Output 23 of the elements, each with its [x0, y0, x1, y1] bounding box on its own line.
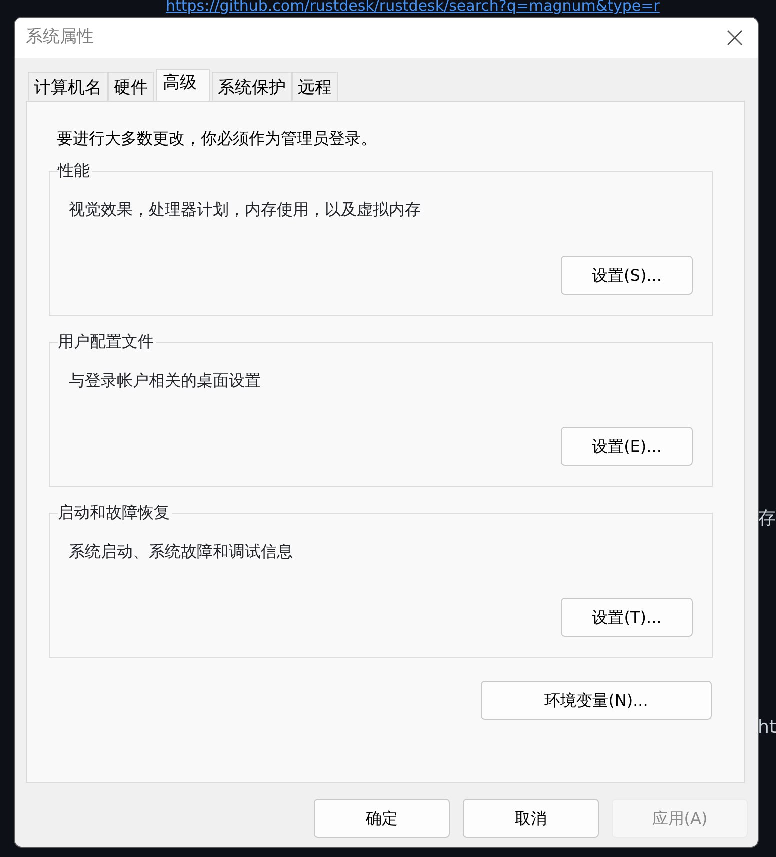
close-icon [727, 30, 743, 46]
tab[interactable]: 远程 [292, 72, 338, 101]
dialog-button[interactable]: 取消 [463, 799, 599, 838]
background-text: 存 [758, 507, 776, 531]
close-button[interactable] [725, 28, 745, 48]
group-title: 性能 [58, 161, 92, 181]
settings-button[interactable]: 设置(E)... [561, 427, 693, 466]
tab[interactable]: 硬件 [108, 72, 154, 101]
notice-text: 要进行大多数更改，你必须作为管理员登录。 [57, 128, 378, 150]
tab[interactable]: 系统保护 [212, 72, 292, 101]
group-description: 与登录帐户相关的桌面设置 [69, 370, 262, 392]
environment-variables-button[interactable]: 环境变量(N)... [481, 681, 712, 720]
group-description: 系统启动、系统故障和调试信息 [69, 541, 294, 563]
group-description: 视觉效果，处理器计划，内存使用，以及虚拟内存 [69, 199, 422, 221]
settings-button[interactable]: 设置(T)... [561, 598, 693, 637]
window-title: 系统属性 [26, 26, 94, 50]
tab[interactable]: 高级 [156, 69, 210, 101]
group-title: 启动和故障恢复 [58, 503, 172, 523]
settings-button[interactable]: 设置(S)... [561, 256, 693, 295]
group-title: 用户配置文件 [58, 332, 156, 352]
background-text: ht [758, 716, 776, 740]
dialog-button[interactable]: 确定 [314, 799, 450, 838]
tab[interactable]: 计算机名 [28, 72, 108, 101]
